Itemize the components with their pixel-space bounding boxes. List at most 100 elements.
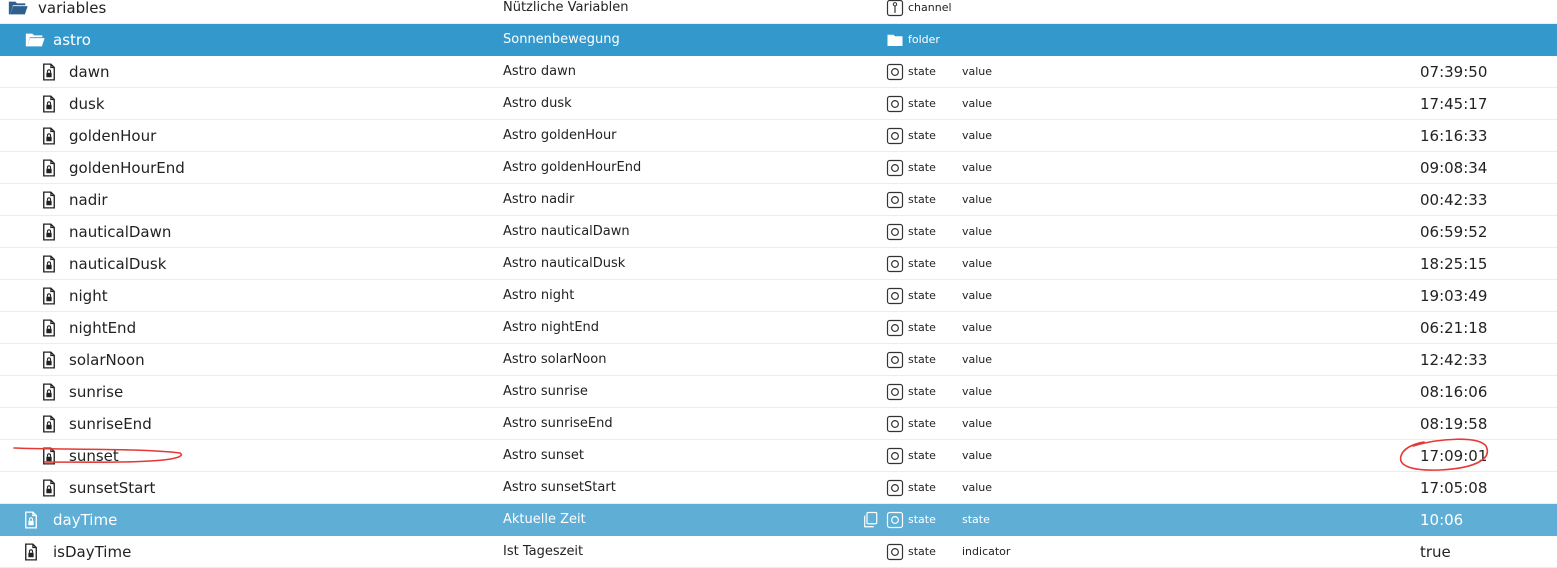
row-type: state: [908, 513, 936, 526]
state-icon: [886, 479, 904, 497]
row-value[interactable]: 08:16:06: [1420, 376, 1487, 408]
row-role: value: [962, 257, 993, 270]
row-type: state: [908, 257, 936, 270]
tree-row-goldenHour[interactable]: goldenHour Astro goldenHour state value 16:1…: [0, 120, 1557, 152]
file-lock-icon[interactable]: [40, 255, 58, 273]
tree-row-nauticalDusk[interactable]: nauticalDusk Astro nauticalDusk state value…: [0, 248, 1557, 280]
tree-row-nauticalDawn[interactable]: nauticalDawn Astro nauticalDawn state value…: [0, 216, 1557, 248]
tree-row-variables[interactable]: variables Nützliche Variablen channel: [0, 0, 1557, 24]
row-value[interactable]: 18:25:15: [1420, 248, 1487, 280]
state-icon: [886, 287, 904, 305]
row-name: dayTime: [53, 511, 118, 529]
tree-row-dawn[interactable]: dawn Astro dawn state value 07:39:50: [0, 56, 1557, 88]
file-lock-icon[interactable]: [40, 63, 58, 81]
row-role: value: [962, 321, 993, 334]
row-type: state: [908, 449, 936, 462]
row-name: night: [69, 287, 108, 305]
file-lock-icon[interactable]: [40, 447, 58, 465]
row-description: Ist Tageszeit: [503, 544, 584, 559]
row-value[interactable]: 19:03:49: [1420, 280, 1487, 312]
file-lock-icon[interactable]: [22, 511, 40, 529]
file-lock-icon[interactable]: [40, 287, 58, 305]
file-lock-icon[interactable]: [40, 383, 58, 401]
tree-row-night[interactable]: night Astro night state value 19:03:49: [0, 280, 1557, 312]
tree-row-sunsetStart[interactable]: sunsetStart Astro sunsetStart state value 17…: [0, 472, 1557, 504]
row-value[interactable]: 10:06: [1420, 504, 1463, 536]
file-lock-icon[interactable]: [40, 479, 58, 497]
file-lock-icon[interactable]: [40, 223, 58, 241]
file-lock-icon[interactable]: [40, 415, 58, 433]
row-value[interactable]: 08:19:58: [1420, 408, 1487, 440]
state-icon: [886, 351, 904, 369]
row-name: dusk: [69, 95, 105, 113]
row-role: value: [962, 353, 993, 366]
row-role: value: [962, 417, 993, 430]
state-icon: [886, 383, 904, 401]
row-type: state: [908, 193, 936, 206]
row-name: nauticalDusk: [69, 255, 167, 273]
tree-row-sunriseEnd[interactable]: sunriseEnd Astro sunriseEnd state value 08:1…: [0, 408, 1557, 440]
row-value[interactable]: 12:42:33: [1420, 344, 1487, 376]
row-role: value: [962, 225, 993, 238]
tree-row-nadir[interactable]: nadir Astro nadir state value 00:42:33: [0, 184, 1557, 216]
state-icon: [886, 191, 904, 209]
tree-row-sunrise[interactable]: sunrise Astro sunrise state value 08:16:06: [0, 376, 1557, 408]
row-description: Astro sunriseEnd: [503, 416, 613, 431]
row-description: Aktuelle Zeit: [503, 512, 586, 527]
channel-icon: [886, 0, 904, 17]
row-role: state: [962, 513, 990, 526]
row-description: Astro nauticalDusk: [503, 256, 626, 271]
row-type: state: [908, 353, 936, 366]
file-lock-icon[interactable]: [40, 319, 58, 337]
row-type: state: [908, 225, 936, 238]
tree-row-dayTime[interactable]: dayTime Aktuelle Zeit state state 10:06: [0, 504, 1557, 536]
row-value[interactable]: 16:16:33: [1420, 120, 1487, 152]
tree-row-dusk[interactable]: dusk Astro dusk state value 17:45:17: [0, 88, 1557, 120]
folder-open-icon[interactable]: [5, 0, 31, 15]
file-lock-icon[interactable]: [40, 95, 58, 113]
row-type: state: [908, 65, 936, 78]
row-name: goldenHourEnd: [69, 159, 185, 177]
state-icon: [886, 543, 904, 561]
row-value[interactable]: 17:05:08: [1420, 472, 1487, 504]
row-value[interactable]: 07:39:50: [1420, 56, 1487, 88]
tree-row-astro[interactable]: astro Sonnenbewegung folder: [0, 24, 1557, 56]
row-type: state: [908, 161, 936, 174]
row-type: state: [908, 97, 936, 110]
row-value[interactable]: true: [1420, 536, 1451, 568]
file-lock-icon[interactable]: [22, 543, 40, 561]
row-value[interactable]: 06:59:52: [1420, 216, 1487, 248]
folder-icon: [886, 31, 904, 49]
row-description: Astro goldenHourEnd: [503, 160, 642, 175]
row-name: nadir: [69, 191, 108, 209]
copy-icon[interactable]: [861, 511, 879, 529]
folder-open-icon[interactable]: [22, 29, 48, 47]
state-icon: [886, 319, 904, 337]
tree-row-goldenHourEnd[interactable]: goldenHourEnd Astro goldenHourEnd state val…: [0, 152, 1557, 184]
state-icon: [886, 127, 904, 145]
tree-row-solarNoon[interactable]: solarNoon Astro solarNoon state value 12:42:…: [0, 344, 1557, 376]
row-description: Astro nauticalDawn: [503, 224, 630, 239]
row-value[interactable]: 00:42:33: [1420, 184, 1487, 216]
row-role: value: [962, 97, 993, 110]
row-role: value: [962, 193, 993, 206]
row-type: folder: [908, 33, 940, 46]
tree-row-nightEnd[interactable]: nightEnd Astro nightEnd state value 06:21:18: [0, 312, 1557, 344]
tree-row-sunset[interactable]: sunset Astro sunset state value 17:09:01: [0, 440, 1557, 472]
row-role: value: [962, 385, 993, 398]
file-lock-icon[interactable]: [40, 191, 58, 209]
tree-row-isDayTime[interactable]: isDayTime Ist Tageszeit state indicator true: [0, 536, 1557, 568]
row-name: sunrise: [69, 383, 124, 401]
file-lock-icon[interactable]: [40, 159, 58, 177]
state-icon: [886, 159, 904, 177]
row-value[interactable]: 09:08:34: [1420, 152, 1487, 184]
row-value[interactable]: 17:45:17: [1420, 88, 1487, 120]
state-icon: [886, 255, 904, 273]
file-lock-icon[interactable]: [40, 127, 58, 145]
file-lock-icon[interactable]: [40, 351, 58, 369]
object-tree: variables Nützliche Variablen channel astro…: [0, 0, 1557, 568]
row-description: Astro dawn: [503, 64, 576, 79]
row-type: state: [908, 481, 936, 494]
row-value[interactable]: 06:21:18: [1420, 312, 1487, 344]
row-value[interactable]: 17:09:01: [1420, 440, 1487, 472]
